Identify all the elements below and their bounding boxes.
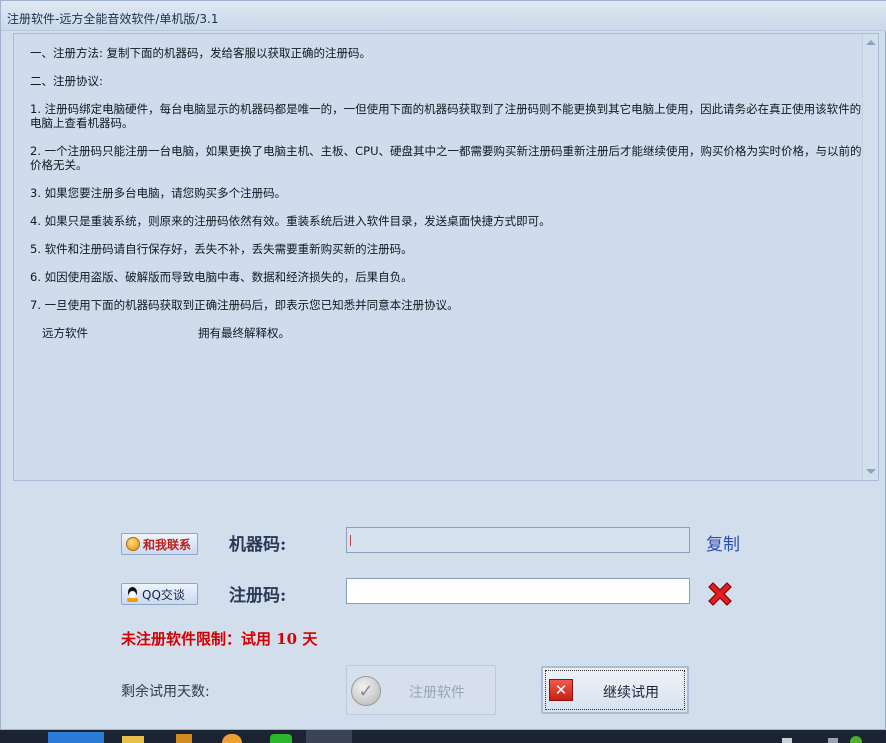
browser-icon[interactable] bbox=[222, 734, 242, 743]
reg-code-label: 注册码: bbox=[229, 586, 287, 606]
agreement-text-area[interactable]: 一、注册方法: 复制下面的机器码，发给客服以获取正确的注册码。 二、注册协议: … bbox=[13, 33, 879, 481]
machine-code-label: 机器码: bbox=[229, 535, 287, 555]
tray-volume-icon[interactable] bbox=[828, 738, 838, 743]
check-icon: ✓ bbox=[351, 676, 381, 706]
reg-code-input[interactable] bbox=[346, 578, 690, 604]
footer-rights: 拥有最终解释权。 bbox=[198, 326, 290, 340]
contact-button-label: 和我联系 bbox=[143, 537, 192, 552]
agreement-paragraph: 一、注册方法: 复制下面的机器码，发给客服以获取正确的注册码。 bbox=[30, 46, 372, 60]
active-window-item[interactable] bbox=[306, 730, 352, 743]
agreement-text: 一、注册方法: 复制下面的机器码，发给客服以获取正确的注册码。 二、注册协议: … bbox=[30, 46, 862, 354]
contact-icon bbox=[126, 537, 140, 551]
taskbar-start-item[interactable] bbox=[48, 732, 104, 743]
agreement-paragraph: 二、注册协议: bbox=[30, 74, 103, 88]
agreement-paragraph: 3. 如果您要注册多台电脑，请您购买多个注册码。 bbox=[30, 186, 287, 200]
clear-x-icon[interactable] bbox=[704, 578, 736, 610]
machine-code-caret bbox=[350, 535, 351, 546]
footer-company: 远方软件 bbox=[42, 326, 88, 340]
agreement-paragraph: 4. 如果只是重装系统，则原来的注册码依然有效。重装系统后进入软件目录，发送桌面… bbox=[30, 214, 551, 228]
taskbar bbox=[0, 730, 886, 743]
agreement-paragraph: 5. 软件和注册码请自行保存好，丢失不补，丢失需要重新购买新的注册码。 bbox=[30, 242, 413, 256]
agreement-paragraph: 6. 如因使用盗版、破解版而导致电脑中毒、数据和经济损失的，后果自负。 bbox=[30, 270, 413, 284]
continue-trial-label: 继续试用 bbox=[603, 685, 659, 701]
agreement-paragraph: 7. 一旦使用下面的机器码获取到正确注册码后，即表示您已知悉并同意本注册协议。 bbox=[30, 298, 459, 312]
register-button[interactable]: ✓ 注册软件 bbox=[346, 665, 496, 715]
remaining-days-label: 剩余试用天数: bbox=[121, 684, 210, 700]
folder-icon[interactable] bbox=[122, 736, 144, 743]
tray-status-icon[interactable] bbox=[850, 736, 862, 743]
vertical-scrollbar[interactable] bbox=[862, 34, 878, 480]
chat-icon[interactable] bbox=[270, 734, 292, 743]
qq-chat-button[interactable]: QQ交谈 bbox=[121, 583, 198, 605]
contact-button[interactable]: 和我联系 bbox=[121, 533, 198, 555]
agreement-paragraph: 2. 一个注册码只能注册一台电脑，如果更换了电脑主机、主板、CPU、硬盘其中之一… bbox=[30, 144, 862, 172]
qq-chat-label: QQ交谈 bbox=[142, 587, 185, 602]
register-button-label: 注册软件 bbox=[409, 685, 465, 701]
qq-penguin-icon bbox=[126, 586, 139, 602]
machine-code-field[interactable] bbox=[346, 527, 690, 553]
close-icon: ✕ bbox=[549, 679, 573, 701]
tray-network-icon[interactable] bbox=[782, 738, 792, 743]
app-icon[interactable] bbox=[176, 734, 192, 743]
window-title: 注册软件-远方全能音效软件/单机版/3.1 bbox=[7, 12, 219, 26]
copy-link[interactable]: 复制 bbox=[706, 530, 740, 555]
title-bar[interactable]: 注册软件-远方全能音效软件/单机版/3.1 bbox=[1, 1, 886, 31]
agreement-paragraph: 1. 注册码绑定电脑硬件，每台电脑显示的机器码都是唯一的，一但使用下面的机器码获… bbox=[30, 102, 862, 130]
registration-window: 注册软件-远方全能音效软件/单机版/3.1 一、注册方法: 复制下面的机器码，发… bbox=[0, 0, 886, 730]
scroll-down-arrow-icon[interactable] bbox=[866, 469, 876, 474]
trial-limit-text: 未注册软件限制：试用 10 天 bbox=[121, 630, 318, 648]
scroll-up-arrow-icon[interactable] bbox=[866, 40, 876, 45]
continue-trial-button[interactable]: ✕ 继续试用 bbox=[541, 666, 689, 714]
agreement-footer: 远方软件 拥有最终解释权。 bbox=[30, 326, 862, 340]
